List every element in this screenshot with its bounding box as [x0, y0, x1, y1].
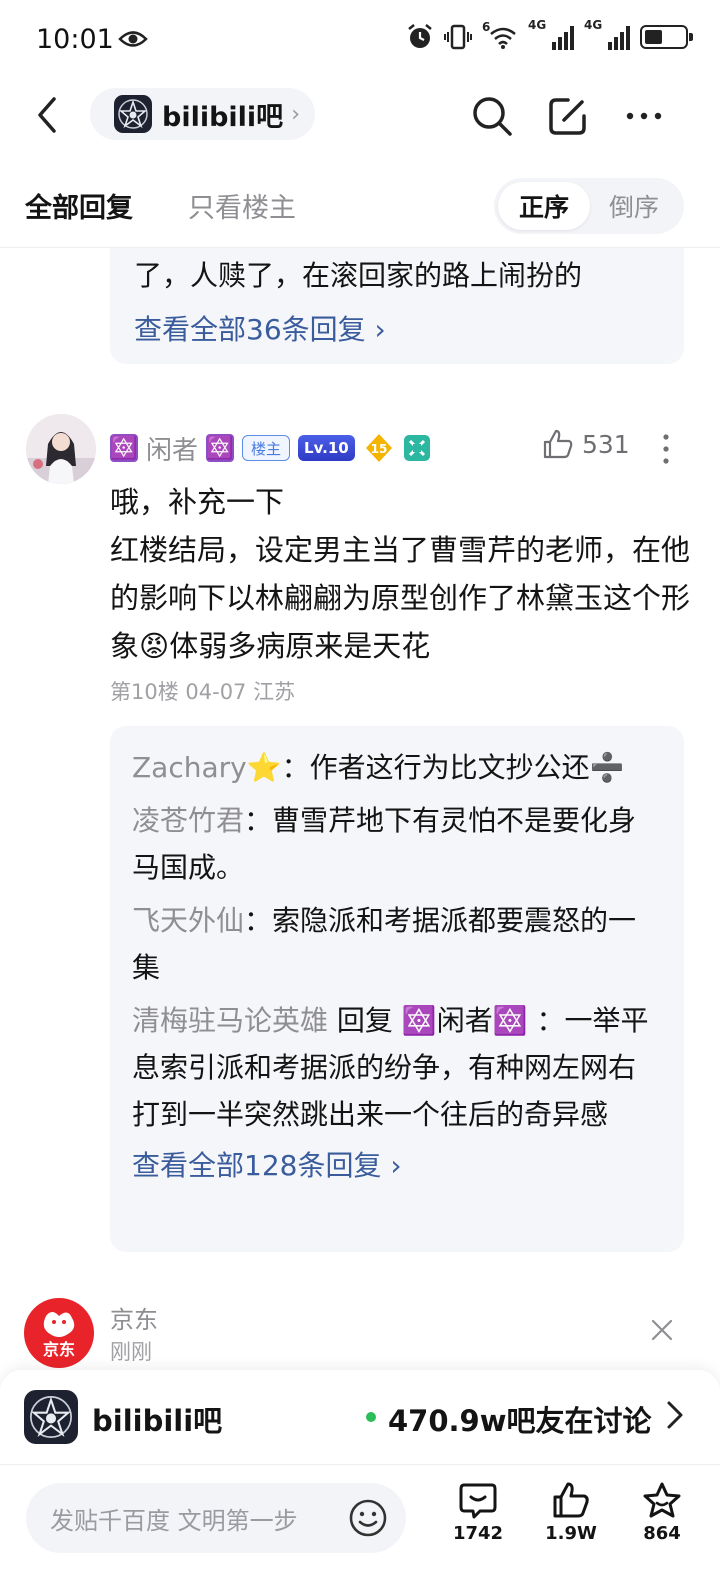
forum-logo — [24, 1390, 78, 1444]
chevron-right-icon: › — [291, 101, 300, 127]
signal-1: 4G — [528, 18, 574, 52]
battery-level — [645, 30, 663, 44]
vibrate-icon — [444, 24, 472, 50]
subreply-author[interactable]: 凌苍竹君 — [132, 804, 244, 837]
reply-tabs: 全部回复 只看楼主 正序 倒序 — [0, 172, 720, 248]
favorite-button[interactable]: 864 — [627, 1481, 697, 1544]
comment-count: 1742 — [452, 1523, 504, 1544]
avatar-image — [26, 414, 96, 484]
hexagram-icon: 🔯 — [206, 434, 235, 462]
reply-target[interactable]: 🔯闲者🔯 — [402, 1004, 528, 1037]
hexagram-icon: 🔯 — [110, 434, 138, 462]
tab-op-only[interactable]: 只看楼主 — [188, 186, 296, 225]
like-button[interactable]: 1.9W — [536, 1481, 606, 1544]
forum-banner[interactable]: bilibili吧 470.9w吧友在讨论 — [0, 1370, 720, 1464]
alarm-icon — [408, 24, 432, 48]
sort-desc-button[interactable]: 倒序 — [588, 182, 680, 230]
banner-forum-name: bilibili吧 — [92, 1404, 223, 1438]
emoji-icon[interactable] — [348, 1498, 388, 1538]
subreply-item[interactable]: 凌苍竹君：曹雪芹地下有灵怕不是要化身马国成。 — [132, 797, 662, 891]
subreply-item[interactable]: 清梅驻马论英雄 回复 🔯闲者🔯 ：一举平息索引派和考据派的纷争，有种网左网右打到… — [132, 997, 662, 1138]
post-meta: 第10楼 04-07 江苏 — [110, 680, 296, 704]
online-dot — [366, 1412, 376, 1422]
star-icon — [643, 1482, 681, 1518]
chevron-right-icon — [667, 1401, 683, 1429]
comment-button[interactable]: 1742 — [443, 1481, 513, 1544]
sort-asc-button[interactable]: 正序 — [498, 182, 590, 230]
wifi-icon — [490, 27, 516, 49]
post-text: 体弱多病原来是天花 — [169, 629, 431, 663]
favorite-count: 864 — [643, 1523, 681, 1544]
post-paragraph: 红楼结局，设定男主当了曹雪芹的老师，在他的影响下以林翩翩为原型创作了林黛玉这个形… — [110, 526, 700, 670]
subreply-author[interactable]: Zachary⭐ — [132, 751, 282, 784]
like-count: 1.9W — [545, 1523, 597, 1544]
post-like-count: 531 — [582, 429, 630, 459]
jd-logo-text: 京东 — [43, 1340, 75, 1359]
reply-word: 回复 — [328, 1004, 402, 1037]
angry-emoji: 😡 — [139, 629, 170, 663]
wifi-indicator: 6 — [482, 20, 518, 52]
battery-icon — [640, 25, 693, 49]
subreply-card: Zachary⭐：作者这行为比文抄公还➗ 凌苍竹君：曹雪芹地下有灵怕不是要化身马… — [110, 726, 684, 1252]
more-icon[interactable] — [622, 94, 666, 138]
coin-level-badge: 15 — [365, 434, 392, 462]
signal-2: 4G — [584, 18, 630, 52]
comment-icon — [459, 1483, 497, 1519]
bottom-bar: 发贴千百度 文明第一步 1742 1.9W 864 — [0, 1464, 720, 1592]
ad-name[interactable]: 京东 — [110, 1300, 158, 1335]
subreply-author[interactable]: 飞天外仙 — [132, 904, 244, 937]
jd-ad-logo[interactable]: 京东 — [24, 1298, 94, 1368]
previous-subreply-card: 了，人赎了，在滚回家的路上闹扮的 查看全部36条回复 › — [110, 248, 684, 364]
reply-input-placeholder: 发贴千百度 文明第一步 — [50, 1506, 298, 1535]
thumbs-up-icon — [543, 429, 573, 459]
close-icon[interactable] — [650, 1318, 674, 1342]
view-all-replies-link[interactable]: 查看全部36条回复 › — [134, 308, 386, 348]
eye-icon — [118, 31, 148, 47]
view-all-subreplies-link[interactable]: 查看全部128条回复 › — [132, 1144, 662, 1184]
ad-time: 刚刚 — [110, 1340, 152, 1364]
reply-input[interactable]: 发贴千百度 文明第一步 — [26, 1483, 406, 1553]
post-line: 哦，补充一下 — [110, 485, 285, 519]
subreply-author[interactable]: 清梅驻马论英雄 — [132, 1004, 328, 1037]
status-time: 10:01 — [36, 24, 114, 55]
edit-icon[interactable] — [546, 94, 590, 138]
status-bar: 10:01 6 4G 4G — [0, 0, 720, 78]
star-emblem-icon — [30, 1396, 72, 1438]
top-nav: bilibili吧 › — [0, 80, 720, 150]
subreply-item[interactable]: Zachary⭐：作者这行为比文抄公还➗ — [132, 744, 662, 791]
post-like-button[interactable]: 531 — [542, 428, 630, 460]
post-more-icon[interactable] — [660, 432, 672, 466]
post-username[interactable]: 闲者 — [146, 430, 198, 467]
back-icon[interactable] — [32, 94, 64, 136]
coin-level-text: 15 — [370, 442, 387, 456]
jd-dog-icon: 京东 — [43, 1312, 75, 1359]
forum-name: bilibili吧 — [162, 101, 284, 133]
tab-all-replies[interactable]: 全部回复 — [25, 186, 133, 225]
sort-toggle: 正序 倒序 — [494, 178, 684, 234]
member-badge-icon — [403, 435, 430, 461]
subreply-text: ：作者这行为比文抄公还➗ — [281, 751, 625, 784]
level-badge: Lv.10 — [298, 435, 355, 461]
host-badge: 楼主 — [242, 435, 291, 461]
search-icon[interactable] — [470, 94, 514, 138]
forum-pill[interactable]: bilibili吧 › — [90, 88, 315, 140]
post-content: 哦，补充一下 红楼结局，设定男主当了曹雪芹的老师，在他的影响下以林翩翩为原型创作… — [110, 478, 700, 670]
avatar[interactable] — [26, 414, 96, 484]
post-author-row: 🔯 闲者 🔯 楼主 Lv.10 15 — [110, 428, 431, 468]
subreply-text: 了，人赎了，在滚回家的路上闹扮的 — [134, 259, 583, 292]
star-emblem-icon — [118, 99, 148, 129]
online-count: 470.9w吧友在讨论 — [388, 1404, 652, 1438]
forum-logo — [114, 95, 152, 133]
subreply-item[interactable]: 飞天外仙：索隐派和考据派都要震怒的一集 — [132, 897, 662, 991]
thumbs-up-icon — [553, 1482, 589, 1518]
